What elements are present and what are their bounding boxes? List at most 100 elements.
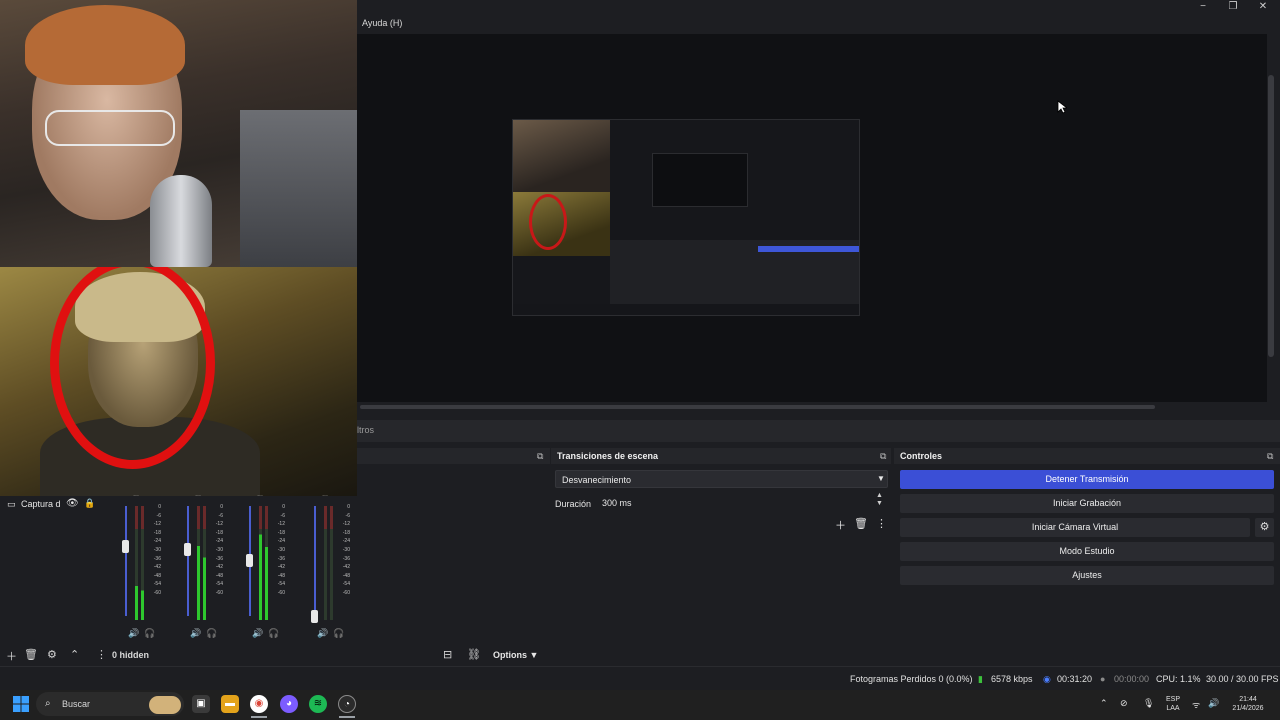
chrome-icon[interactable]: ◉	[250, 695, 268, 713]
audio-level-meter	[330, 506, 333, 620]
preview-scrollbar-vertical[interactable]	[1268, 75, 1274, 357]
discord-icon[interactable]: ◕	[280, 695, 298, 713]
obs-icon[interactable]: ◔	[338, 695, 356, 713]
meter-tick-label: -48	[342, 572, 350, 579]
file-explorer-icon[interactable]: ▬	[221, 695, 239, 713]
volume-fader-knob[interactable]	[184, 543, 191, 556]
red-ring-overlay	[50, 267, 215, 469]
remove-source-icon[interactable]: 🗑	[24, 648, 38, 661]
webcam-overlay-2	[0, 267, 357, 496]
hidden-count: 0 hidden	[112, 650, 150, 660]
microphone-icon[interactable]: 🎙	[1143, 698, 1154, 709]
add-transition-button[interactable]: ＋	[835, 517, 846, 533]
meter-tick-label: -36	[277, 555, 285, 562]
source-item[interactable]: ▭ Captura d 👁 🔒	[0, 496, 100, 512]
start-recording-button[interactable]: Iniciar Grabación	[900, 494, 1274, 513]
gear-icon[interactable]: ⚙	[1255, 518, 1274, 537]
settings-button[interactable]: Ajustes	[900, 566, 1274, 585]
fps: 30.00 / 30.00 FPS	[1206, 674, 1279, 684]
search-icon: ⌕	[45, 698, 51, 709]
transitions-undock-icon[interactable]: ⧉	[880, 451, 886, 462]
link-icon[interactable]: ⛓	[467, 648, 481, 661]
transition-menu-icon[interactable]: ⋮	[876, 517, 887, 530]
record-time: 00:00:00	[1114, 674, 1150, 684]
lock-icon[interactable]: 🔒	[84, 498, 95, 509]
network-muted-icon[interactable]: ⊘	[1120, 698, 1128, 709]
scenes-undock-icon[interactable]: ⧉	[537, 451, 543, 462]
meter-tick-label: -18	[342, 529, 350, 536]
meter-tick-label: 0	[282, 504, 285, 510]
nested-taskbar	[513, 304, 859, 315]
meter-tick-label: -18	[215, 529, 223, 536]
duration-input[interactable]: 300 ms	[596, 494, 888, 512]
stop-streaming-button[interactable]: Detener Transmisión	[900, 470, 1274, 489]
filters-button[interactable]: ltros	[357, 425, 374, 435]
headphone-icon[interactable]: 🎧	[268, 628, 279, 639]
preview-nested-capture	[512, 119, 860, 316]
layout-code: LAA	[1166, 705, 1180, 712]
meter-tick-label: -18	[277, 529, 285, 536]
mixer-options-button[interactable]: Options ▼	[493, 650, 538, 660]
source-properties-icon[interactable]: ⚙	[47, 648, 57, 661]
meter-tick-label: 0	[220, 504, 223, 510]
meter-tick-label: -54	[277, 581, 285, 588]
wifi-icon[interactable]: ᯤ	[1192, 698, 1200, 711]
restore-button[interactable]: ❐	[1218, 0, 1248, 14]
more-options-icon[interactable]: ⋮	[96, 648, 107, 661]
move-up-icon[interactable]: ⌃	[70, 648, 79, 661]
transition-select[interactable]: Desvanecimiento	[555, 470, 888, 488]
audio-level-meter	[324, 506, 327, 620]
meter-tick-label: -54	[342, 581, 350, 588]
webcam-overlay-1	[0, 0, 357, 267]
volume-fader-track[interactable]	[125, 506, 127, 616]
headphone-icon[interactable]: 🎧	[144, 628, 155, 639]
preview-scrollbar-horizontal[interactable]	[360, 405, 1155, 409]
mixer-channel-title: ...	[322, 491, 328, 498]
meter-tick-label: -42	[342, 564, 350, 571]
clock[interactable]: 21:44 21/4/2026	[1226, 695, 1270, 713]
tray-overflow-icon[interactable]: ⌃	[1100, 698, 1108, 709]
volume-fader-knob[interactable]	[122, 540, 129, 553]
meter-tick-label: -30	[277, 546, 285, 553]
clock-time: 21:44	[1239, 696, 1257, 703]
remove-transition-icon[interactable]: 🗑	[854, 517, 868, 530]
layout-icon[interactable]: ⊟	[443, 648, 452, 661]
controls-undock-icon[interactable]: ⧉	[1267, 451, 1273, 462]
close-button[interactable]: ✕	[1248, 0, 1278, 14]
search-highlight-image	[149, 696, 181, 714]
headphone-icon[interactable]: 🎧	[206, 628, 217, 639]
language-indicator[interactable]: ESP LAA	[1162, 695, 1184, 713]
task-view-icon[interactable]: ▣	[192, 695, 210, 713]
meter-tick-label: -6	[218, 512, 223, 519]
source-item-label: Captura d	[21, 499, 61, 509]
meter-tick-label: -24	[342, 538, 350, 545]
start-virtual-camera-button[interactable]: Iniciar Cámara Virtual	[900, 518, 1250, 537]
meter-tick-label: -12	[215, 521, 223, 528]
meter-tick-label: -12	[277, 521, 285, 528]
meter-tick-label: -12	[342, 521, 350, 528]
volume-fader-track[interactable]	[187, 506, 189, 616]
volume-icon[interactable]: 🔊	[317, 628, 328, 639]
stream-icon: ◉	[1043, 674, 1051, 684]
microphone	[150, 175, 212, 267]
minimize-button[interactable]: −	[1188, 0, 1218, 14]
windows-start-icon[interactable]	[13, 696, 29, 714]
volume-icon[interactable]: 🔊	[1208, 698, 1219, 709]
studio-mode-button[interactable]: Modo Estudio	[900, 542, 1274, 561]
volume-fader-knob[interactable]	[246, 554, 253, 567]
eye-icon[interactable]: 👁	[66, 498, 79, 509]
volume-fader-track[interactable]	[314, 506, 316, 616]
mouse-cursor-icon	[1057, 100, 1069, 116]
duration-spinner[interactable]: ▲ ▼	[876, 492, 883, 508]
volume-icon[interactable]: 🔊	[190, 628, 201, 639]
volume-fader-knob[interactable]	[311, 610, 318, 623]
menu-help[interactable]: Ayuda (H)	[362, 18, 402, 28]
meter-tick-label: -24	[277, 538, 285, 545]
volume-icon[interactable]: 🔊	[128, 628, 139, 639]
volume-icon[interactable]: 🔊	[252, 628, 263, 639]
add-source-button[interactable]: ＋	[6, 648, 17, 664]
headphone-icon[interactable]: 🎧	[333, 628, 344, 639]
meter-tick-label: -12	[153, 521, 161, 528]
meter-tick-label: -24	[153, 538, 161, 545]
spotify-icon[interactable]: ≋	[309, 695, 327, 713]
